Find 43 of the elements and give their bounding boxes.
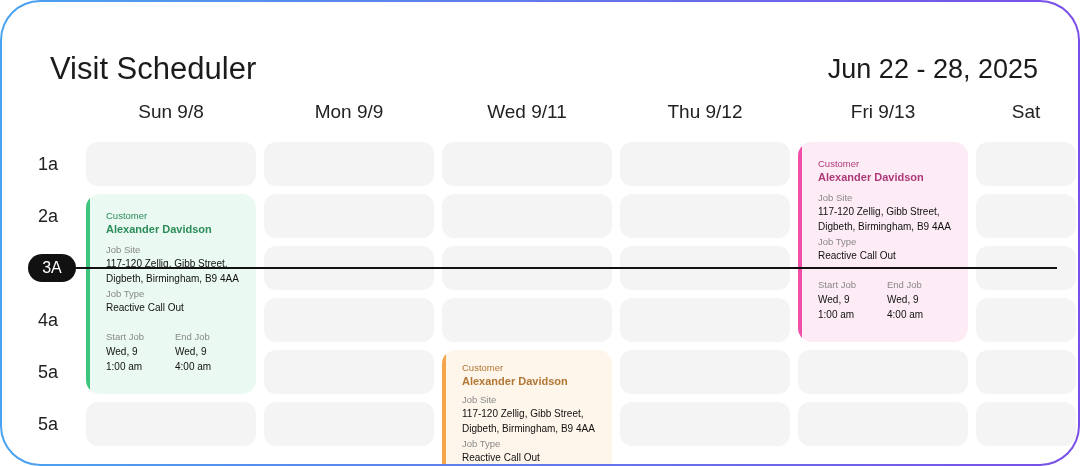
date-range: Jun 22 - 28, 2025 xyxy=(827,52,1038,86)
current-time-badge: 3A xyxy=(28,254,76,282)
day-header: Mon 9/9 xyxy=(313,100,385,124)
field-value: 117-120 Zellig, Gibb Street, Digbeth, Birmingham, B9 4AA xyxy=(818,205,952,235)
time-label: 4a xyxy=(38,308,58,332)
field-value: Wed, 9 xyxy=(887,292,920,307)
field-value: Wed, 9 xyxy=(818,292,851,307)
field-label: Job Type xyxy=(462,438,502,451)
field-label: Customer xyxy=(818,158,861,171)
time-label: 2a xyxy=(38,204,58,228)
field-value: 4:00 am xyxy=(175,359,213,374)
field-label: Job Site xyxy=(462,393,498,407)
field-value: Reactive Call Out xyxy=(106,301,185,316)
field-label: Customer xyxy=(106,210,149,223)
field-value: 1:00 am xyxy=(106,359,144,374)
customer-name: Alexander Davidson xyxy=(462,374,569,390)
time-label: 1a xyxy=(38,152,58,176)
field-label: End Job xyxy=(887,279,923,292)
time-label: 5a xyxy=(38,360,58,384)
customer-name: Alexander Davidson xyxy=(818,170,925,186)
day-header: Fri 9/13 xyxy=(849,100,917,124)
field-value: 1:00 am xyxy=(818,307,856,322)
day-header: Sat xyxy=(1010,100,1042,124)
field-value: Wed, 9 xyxy=(175,344,208,359)
field-label: Job Site xyxy=(106,243,142,257)
customer-name: Alexander Davidson xyxy=(106,222,213,238)
field-label: Start Job xyxy=(106,331,146,344)
time-label: 5a xyxy=(38,412,58,436)
field-label: Job Type xyxy=(106,288,146,301)
field-value: Reactive Call Out xyxy=(818,249,897,264)
field-label: End Job xyxy=(175,331,211,344)
field-label: Job Site xyxy=(818,191,854,205)
field-label: Start Job xyxy=(818,279,858,292)
day-header: Wed 9/11 xyxy=(486,100,568,124)
field-label: Job Type xyxy=(818,236,858,249)
day-header: Thu 9/12 xyxy=(666,100,744,124)
field-value: Reactive Call Out xyxy=(462,451,541,464)
field-value: 117-120 Zellig, Gibb Street, Digbeth, Birmingham, B9 4AA xyxy=(462,407,596,437)
page-title: Visit Scheduler xyxy=(50,50,257,88)
field-label: Customer xyxy=(462,362,505,375)
field-value: 4:00 am xyxy=(887,307,925,322)
field-value: Wed, 9 xyxy=(106,344,139,359)
day-header: Sun 9/8 xyxy=(137,100,205,124)
